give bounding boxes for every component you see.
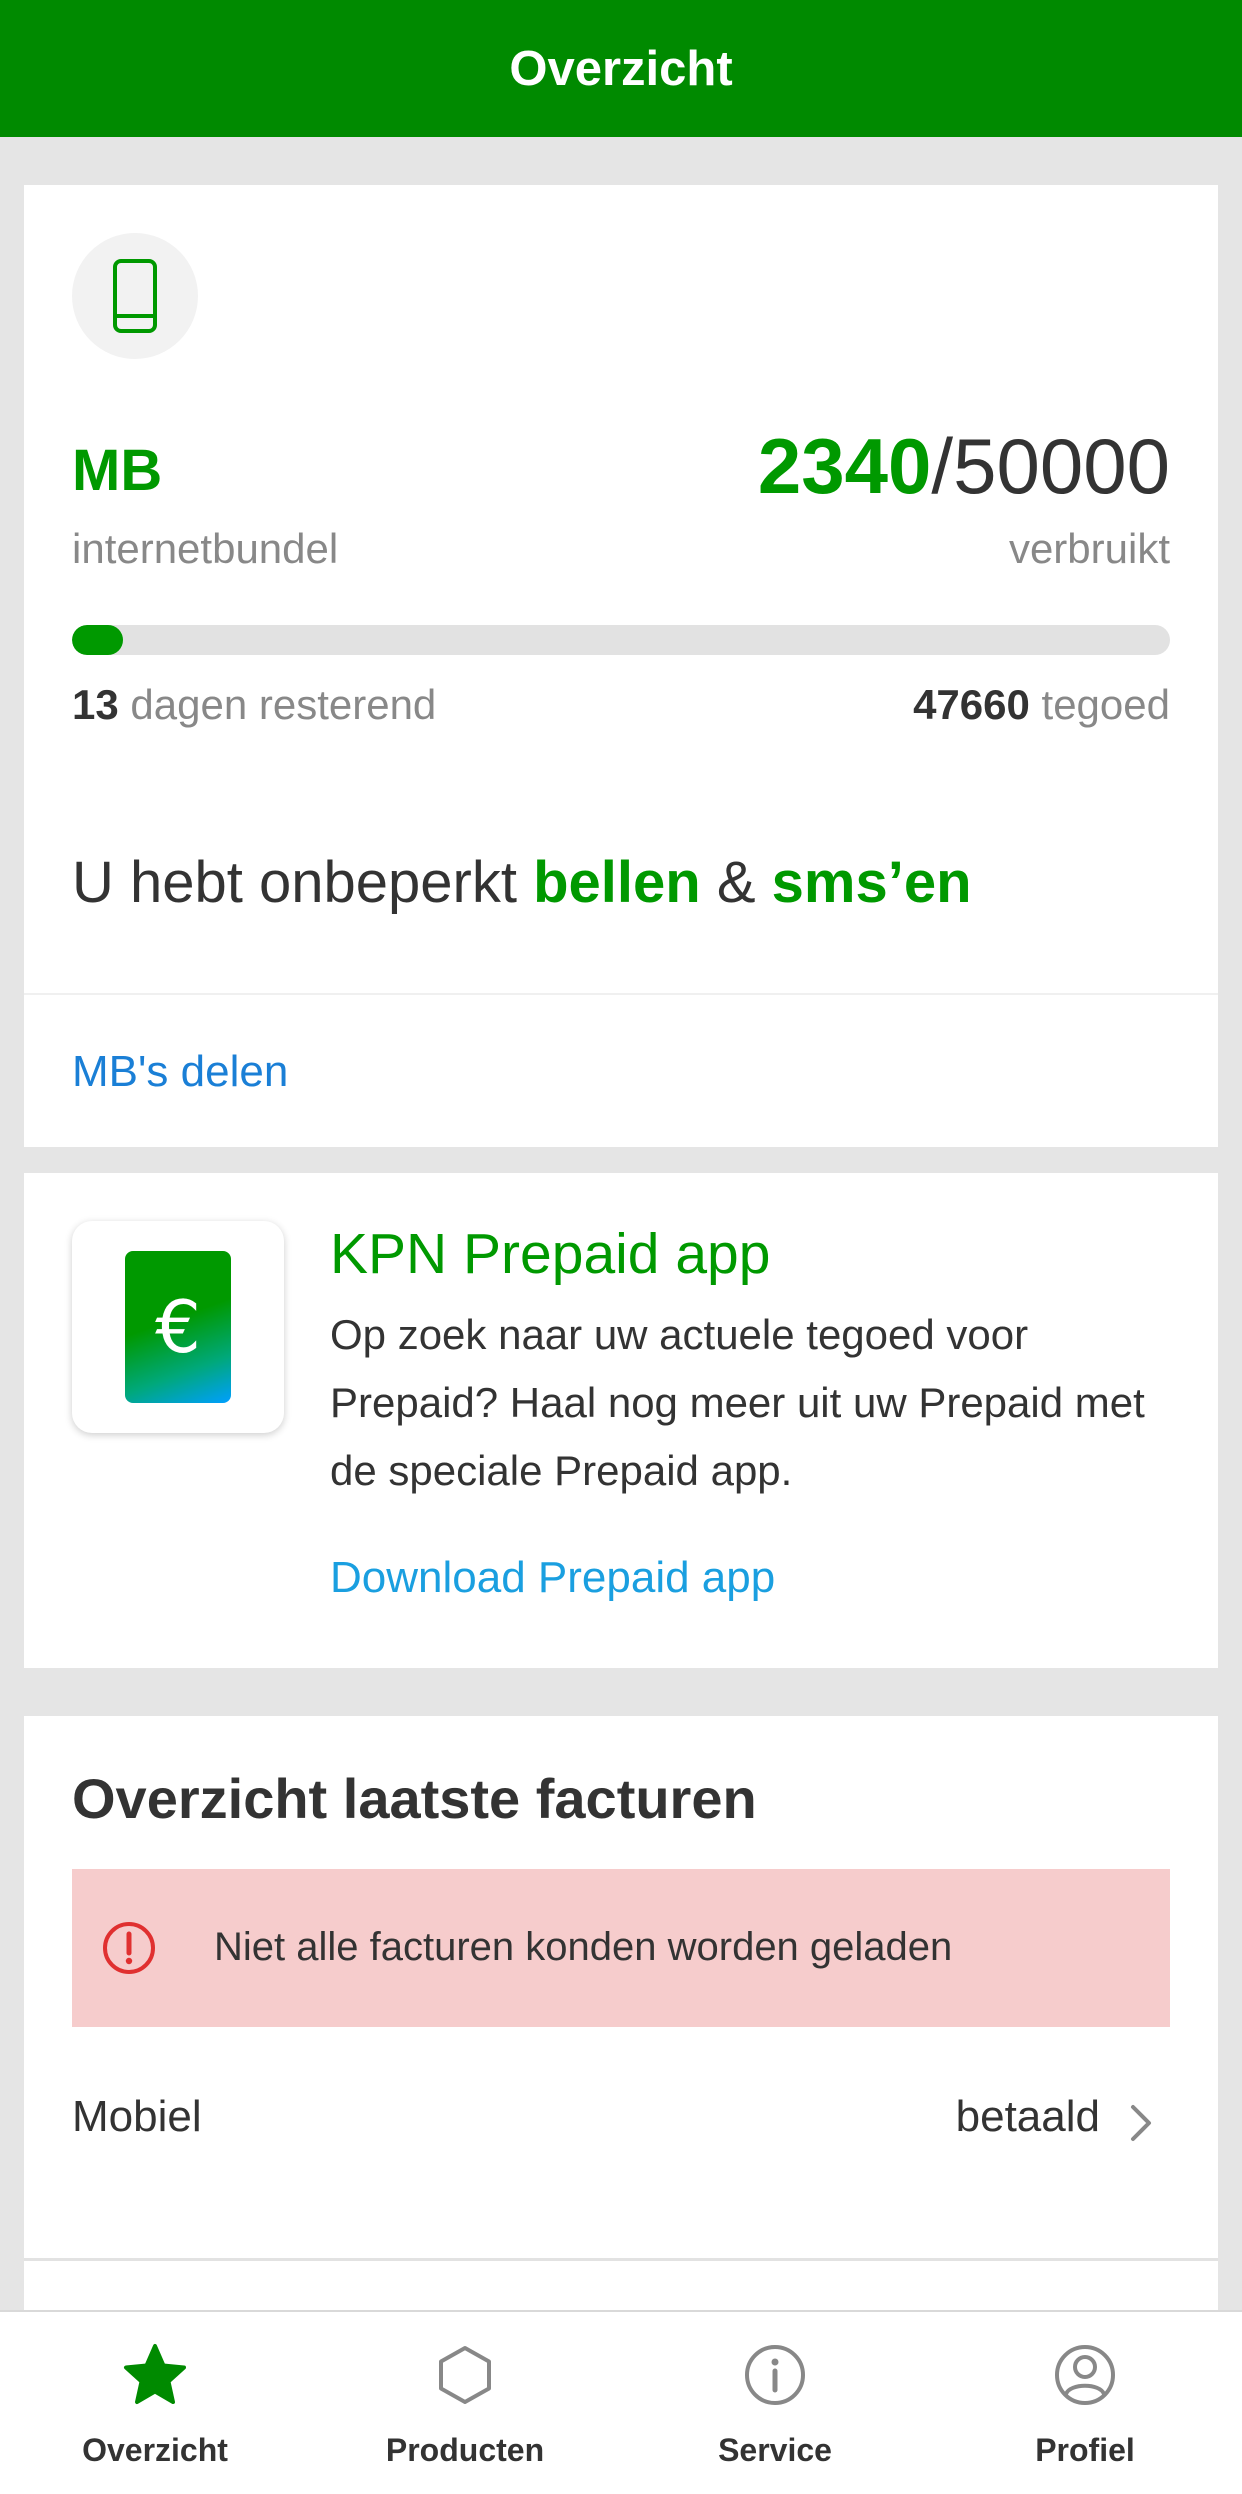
hexagon-icon — [439, 2346, 491, 2404]
invoice-row-label[interactable]: Mobiel — [72, 2092, 202, 2142]
bundle-card: MB 2340/50000 internetbundel verbruikt 1… — [24, 185, 1218, 1147]
remaining-credit-label: tegoed — [1041, 681, 1170, 728]
days-remaining: 13 dagen resterend — [72, 681, 436, 729]
unlimited-message: U hebt onbeperkt bellen & sms’en — [72, 849, 972, 916]
nav-tab-producten[interactable]: Producten — [310, 2312, 620, 2494]
download-prepaid-app-link[interactable]: Download Prepaid app — [330, 1553, 775, 1603]
invoices-error-banner: Niet alle facturen konden worden geladen — [72, 1869, 1170, 2027]
usage-progress-bar — [72, 625, 1170, 655]
invoices-card: Overzicht laatste facturen Niet alle fac… — [24, 1716, 1218, 2316]
chevron-right-icon[interactable] — [1128, 2102, 1154, 2144]
nav-tab-overzicht[interactable]: Overzicht — [0, 2312, 310, 2494]
mobile-device-badge — [72, 233, 198, 359]
unlimited-sms: sms’en — [771, 850, 972, 915]
unlimited-prefix: U hebt onbeperkt — [72, 850, 517, 915]
unlimited-calling: bellen — [533, 850, 701, 915]
nav-label-profiel: Profiel — [1035, 2432, 1135, 2468]
nav-label-overzicht: Overzicht — [82, 2432, 228, 2468]
profile-icon — [1055, 2345, 1115, 2405]
page-title: Overzicht — [509, 41, 733, 96]
usage-used-value: 2340 — [757, 422, 932, 510]
promo-description: Op zoek naar uw actuele tegoed voor Prep… — [330, 1311, 1145, 1494]
share-mb-link[interactable]: MB's delen — [72, 1047, 288, 1097]
error-icon — [103, 1922, 155, 1974]
bundle-type-label: internetbundel — [72, 525, 339, 572]
usage-total-value: 50000 — [953, 422, 1170, 510]
days-remaining-label: dagen resterend — [130, 681, 437, 728]
app-header: Overzicht — [0, 0, 1242, 137]
prepaid-app-promo-card: € KPN Prepaid app Op zoek naar uw actuel… — [24, 1173, 1218, 1668]
prepaid-app-logo: € — [72, 1221, 284, 1433]
usage-label: verbruikt — [1008, 525, 1170, 572]
invoices-error-text: Niet alle facturen konden worden geladen — [214, 1925, 953, 1969]
unlimited-ampersand: & — [716, 850, 756, 915]
remaining-credit: 47660 tegoed — [913, 681, 1170, 729]
usage-progress-fill — [72, 625, 124, 655]
nav-label-producten: Producten — [385, 2432, 545, 2468]
bundle-unit: MB — [72, 438, 163, 503]
invoice-row-status[interactable]: betaald — [956, 2092, 1100, 2142]
star-icon — [124, 2344, 186, 2404]
usage-separator: / — [931, 422, 954, 510]
invoices-title: Overzicht laatste facturen — [72, 1767, 757, 1830]
remaining-credit-value: 47660 — [913, 681, 1030, 728]
divider — [24, 2258, 1218, 2261]
mobile-phone-icon — [113, 259, 157, 333]
days-remaining-value: 13 — [72, 681, 119, 728]
euro-icon: € — [125, 1251, 231, 1403]
nav-tab-profiel[interactable]: Profiel — [930, 2312, 1240, 2494]
nav-tab-service[interactable]: Service — [620, 2312, 930, 2494]
info-icon — [745, 2345, 805, 2405]
nav-label-service: Service — [718, 2432, 832, 2468]
usage-readout: 2340/50000 — [758, 421, 1170, 512]
promo-title: KPN Prepaid app — [330, 1222, 771, 1286]
divider — [24, 993, 1218, 995]
bottom-navigation: Overzicht Producten Service Profiel — [0, 2310, 1242, 2494]
